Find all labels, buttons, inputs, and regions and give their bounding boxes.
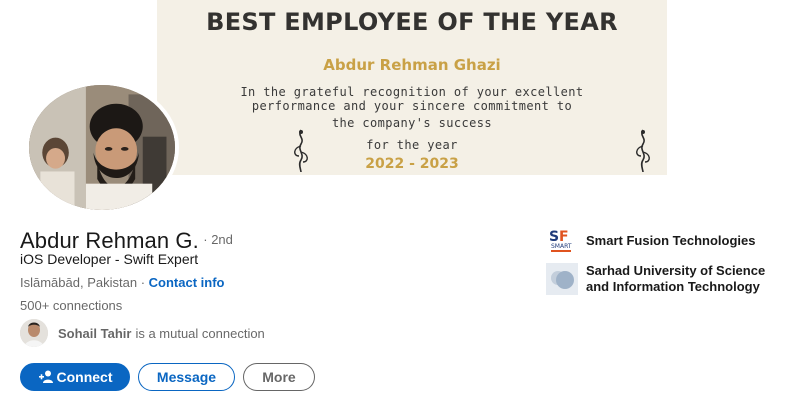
organization-name: Smart Fusion Technologies (586, 233, 756, 248)
certificate-image: BEST EMPLOYEE OF THE YEAR Abdur Rehman G… (157, 0, 667, 175)
certificate-recipient: Abdur Rehman Ghazi (323, 56, 501, 74)
svg-text:SMART: SMART (551, 243, 572, 250)
certificate-title: BEST EMPLOYEE OF THE YEAR (206, 8, 618, 36)
organization-name: Sarhad University of Science and Informa… (586, 263, 765, 295)
organizations-list: S F SMART Smart Fusion Technologies Sarh… (546, 225, 765, 301)
more-label: More (262, 369, 296, 385)
add-person-icon (38, 370, 53, 383)
mutual-connection-text: is a mutual connection (135, 325, 265, 341)
connection-degree: · 2nd (203, 232, 233, 247)
profile-actions: Connect Message More (20, 363, 315, 391)
profile-photo[interactable] (25, 81, 179, 214)
connect-button[interactable]: Connect (20, 363, 130, 391)
certificate-ornament-icon (294, 129, 308, 173)
certificate-ornament-icon (636, 129, 650, 173)
connections-count[interactable]: 500+ connections (20, 298, 122, 313)
mutual-connection-avatar (20, 319, 48, 347)
organization-item[interactable]: Sarhad University of Science and Informa… (546, 263, 765, 295)
message-label: Message (156, 369, 217, 385)
location-row: Islāmābād, Pakistan · Contact info (20, 275, 224, 290)
certificate-line: the company's success (331, 116, 493, 130)
mutual-connection[interactable]: Sohail Tahir is a mutual connection (20, 319, 265, 347)
profile-name: Abdur Rehman G. (20, 228, 199, 253)
organization-item[interactable]: S F SMART Smart Fusion Technologies (546, 225, 765, 257)
organization-name-line: Sarhad University of Science (586, 263, 766, 278)
certificate-years: 2022 - 2023 (365, 156, 459, 172)
certificate-line: performance and your sincere commitment … (251, 99, 573, 113)
certificate-line: In the grateful recognition of your exce… (240, 85, 584, 99)
message-button[interactable]: Message (138, 363, 235, 391)
separator: · (137, 275, 149, 290)
contact-info-link[interactable]: Contact info (149, 275, 225, 290)
profile-location: Islāmābād, Pakistan (20, 275, 138, 290)
profile-headline: iOS Developer - Swift Expert (20, 251, 199, 267)
certificate-line: for the year (366, 138, 458, 152)
smart-fusion-logo: S F SMART (546, 225, 578, 257)
mutual-connection-name: Sohail Tahir (58, 325, 132, 341)
sarhad-university-logo (546, 263, 578, 295)
more-button[interactable]: More (243, 363, 315, 391)
organization-name-line: and Information Technology (586, 279, 760, 294)
connect-label: Connect (56, 369, 113, 385)
